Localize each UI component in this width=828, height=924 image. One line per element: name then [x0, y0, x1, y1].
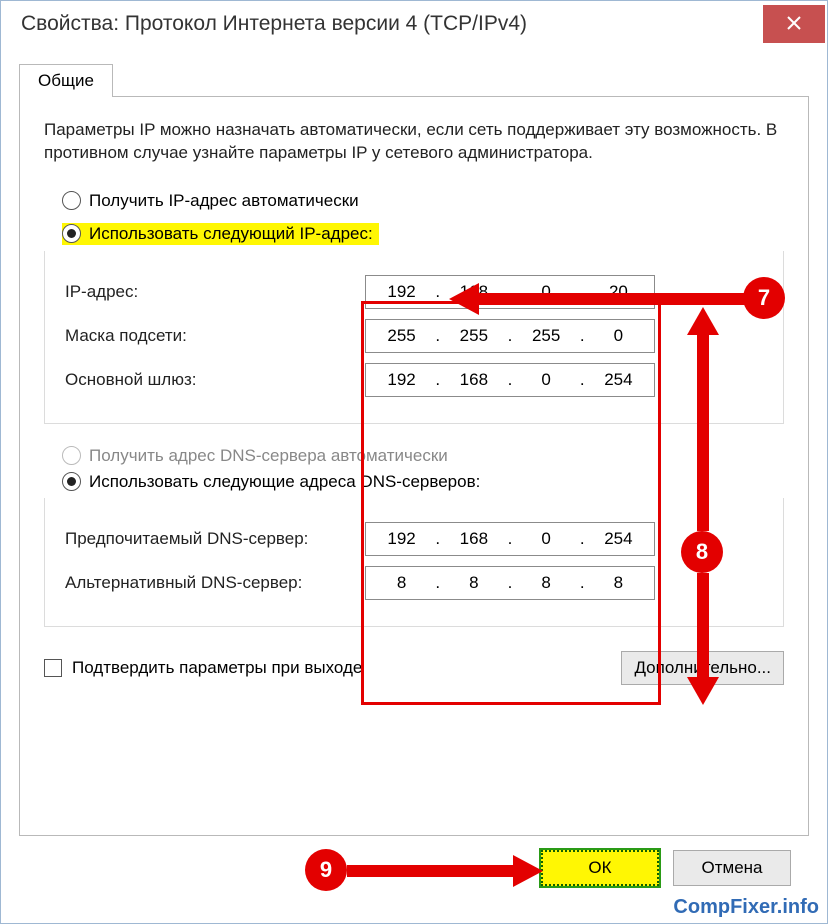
tab-panel: Параметры IP можно назначать автоматичес…: [19, 96, 809, 836]
radio-ip-manual-row[interactable]: Использовать следующий IP-адрес:: [62, 223, 379, 245]
radio-icon-disabled: [62, 446, 81, 465]
ip-address-label: IP-адрес:: [65, 282, 365, 302]
radio-icon-selected: [62, 472, 81, 491]
radio-ip-auto-row[interactable]: Получить IP-адрес автоматически: [62, 191, 784, 211]
subnet-mask-input[interactable]: 255. 255. 255. 0: [365, 319, 655, 353]
gateway-label: Основной шлюз:: [65, 370, 365, 390]
radio-dns-auto-label: Получить адрес DNS-сервера автоматически: [89, 446, 448, 466]
alternate-dns-label: Альтернативный DNS-сервер:: [65, 573, 365, 593]
subnet-mask-row: Маска подсети: 255. 255. 255. 0: [65, 319, 763, 353]
cancel-button[interactable]: Отмена: [673, 850, 791, 886]
confirm-row: Подтвердить параметры при выходе Дополни…: [44, 651, 784, 685]
radio-dns-auto-row: Получить адрес DNS-сервера автоматически: [62, 446, 784, 466]
window-title: Свойства: Протокол Интернета версии 4 (T…: [21, 12, 763, 36]
radio-dns-manual-label: Использовать следующие адреса DNS-сервер…: [89, 472, 480, 492]
client-area: Общие Параметры IP можно назначать автом…: [1, 47, 827, 900]
radio-icon-selected: [62, 224, 81, 243]
ip-address-row: IP-адрес: 192. 168. 0. 20: [65, 275, 763, 309]
description-text: Параметры IP можно назначать автоматичес…: [44, 119, 784, 165]
preferred-dns-row: Предпочитаемый DNS-сервер: 192. 168. 0. …: [65, 522, 763, 556]
gateway-input[interactable]: 192. 168. 0. 254: [365, 363, 655, 397]
confirm-checkbox[interactable]: [44, 659, 62, 677]
dns-fields-group: Предпочитаемый DNS-сервер: 192. 168. 0. …: [44, 498, 784, 627]
radio-ip-manual-label: Использовать следующий IP-адрес:: [89, 224, 373, 244]
radio-dns-manual-row[interactable]: Использовать следующие адреса DNS-сервер…: [62, 472, 784, 492]
close-button[interactable]: [763, 5, 825, 43]
preferred-dns-input[interactable]: 192. 168. 0. 254: [365, 522, 655, 556]
ip-fields-group: IP-адрес: 192. 168. 0. 20 Маска подсети:…: [44, 251, 784, 424]
preferred-dns-label: Предпочитаемый DNS-сервер:: [65, 529, 365, 549]
radio-ip-auto-label: Получить IP-адрес автоматически: [89, 191, 359, 211]
gateway-row: Основной шлюз: 192. 168. 0. 254: [65, 363, 763, 397]
dialog-buttons: ОК Отмена: [19, 836, 809, 900]
confirm-label: Подтвердить параметры при выходе: [72, 658, 362, 678]
advanced-button[interactable]: Дополнительно...: [621, 651, 784, 685]
dialog-window: Свойства: Протокол Интернета версии 4 (T…: [0, 0, 828, 924]
ok-button[interactable]: ОК: [541, 850, 659, 886]
radio-icon: [62, 191, 81, 210]
watermark: CompFixer.info: [673, 896, 819, 919]
ip-address-input[interactable]: 192. 168. 0. 20: [365, 275, 655, 309]
close-icon: [787, 13, 801, 36]
subnet-mask-label: Маска подсети:: [65, 326, 365, 346]
alternate-dns-row: Альтернативный DNS-сервер: 8. 8. 8. 8: [65, 566, 763, 600]
tab-general[interactable]: Общие: [19, 64, 113, 97]
titlebar: Свойства: Протокол Интернета версии 4 (T…: [1, 1, 827, 47]
tab-strip: Общие: [19, 63, 809, 96]
alternate-dns-input[interactable]: 8. 8. 8. 8: [365, 566, 655, 600]
